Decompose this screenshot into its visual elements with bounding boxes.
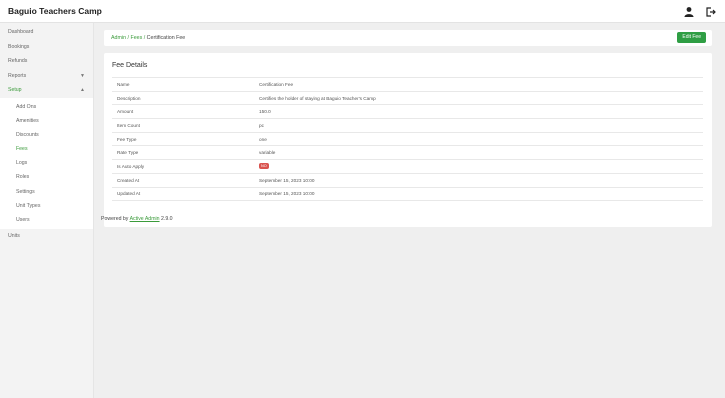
sidebar-item-fees[interactable]: Fees	[0, 142, 93, 156]
row-label: Description	[117, 95, 141, 101]
sidebar-item-dashboard[interactable]: Dashboard	[0, 25, 93, 40]
row-label: Rate Type	[117, 150, 139, 156]
main-content: Admin / Fees / Certification Fee Edit Fe…	[94, 23, 725, 398]
panel-title: Fee Details	[112, 62, 148, 69]
table-row: Is Auto Apply NO	[112, 160, 703, 174]
row-value: variable	[259, 150, 276, 156]
table-row: Fee Type one	[112, 133, 703, 147]
row-label: Amount	[117, 109, 134, 115]
chevron-up-icon: ▲	[80, 87, 85, 93]
table-row: Name Certification Fee	[112, 78, 703, 92]
row-label: Is Auto Apply	[117, 163, 145, 169]
sidebar-item-settings[interactable]: Settings	[0, 185, 93, 199]
logout-icon[interactable]	[705, 5, 717, 17]
row-value: September 15, 2023 10:00	[259, 191, 315, 197]
title-bar: Admin / Fees / Certification Fee Edit Fe…	[104, 30, 712, 46]
sidebar-item-roles[interactable]: Roles	[0, 170, 93, 184]
sidebar-item-bookings[interactable]: Bookings	[0, 40, 93, 55]
setup-submenu: Add Ons Amenities Discounts Fees Logs Ro…	[0, 97, 93, 230]
row-value: NO	[259, 163, 703, 170]
top-actions	[683, 5, 717, 17]
app-title[interactable]: Baguio Teachers Camp	[8, 6, 102, 16]
row-label: Created At	[117, 177, 140, 183]
breadcrumb-fees[interactable]: Fees	[130, 35, 142, 41]
edit-fee-button[interactable]: Edit Fee	[677, 32, 706, 43]
sidebar-item-amenities[interactable]: Amenities	[0, 114, 93, 128]
row-value: one	[259, 136, 267, 142]
row-label: Name	[117, 81, 130, 87]
sidebar-item-units[interactable]: Units	[0, 229, 93, 244]
sidebar-item-label: Reports	[8, 72, 27, 79]
sidebar-item-label: Setup	[8, 87, 22, 93]
row-value: 150.0	[259, 109, 271, 115]
row-label: Fee Type	[117, 136, 137, 142]
footer: Powered by Active Admin 2.9.0	[101, 216, 173, 222]
chevron-down-icon: ▼	[80, 72, 85, 79]
table-row: Updated At September 15, 2023 10:00	[112, 188, 703, 202]
page-title: Certification Fee	[146, 35, 186, 41]
sidebar-item-reports[interactable]: Reports ▼	[0, 69, 93, 84]
breadcrumb: Admin / Fees / Certification Fee	[111, 35, 185, 41]
sidebar-item-add-ons[interactable]: Add Ons	[0, 100, 93, 114]
details-table: Name Certification Fee Description Certi…	[112, 77, 703, 202]
row-value: pc	[259, 122, 264, 128]
user-icon[interactable]	[683, 5, 695, 17]
row-value: September 15, 2023 10:00	[259, 177, 315, 183]
footer-version: 2.9.0	[159, 216, 173, 222]
active-admin-link[interactable]: Active Admin	[130, 216, 160, 222]
sidebar: Dashboard Bookings Refunds Reports ▼ Set…	[0, 23, 94, 398]
top-bar: Baguio Teachers Camp	[0, 0, 725, 23]
row-value: Certification Fee	[259, 81, 294, 87]
status-badge: NO	[259, 163, 269, 170]
sidebar-item-unit-types[interactable]: Unit Types	[0, 199, 93, 213]
sidebar-item-setup[interactable]: Setup ▲	[0, 83, 93, 98]
table-row: Amount 150.0	[112, 105, 703, 120]
footer-text: Powered by	[101, 216, 130, 222]
row-value: Certifies the holder of staying at Bagui…	[259, 95, 376, 101]
table-row: Created At September 15, 2023 10:00	[112, 174, 703, 188]
sidebar-item-logs[interactable]: Logs	[0, 156, 93, 170]
table-row: Item Count pc	[112, 119, 703, 133]
breadcrumb-admin[interactable]: Admin	[111, 35, 126, 41]
row-label: Item Count	[117, 122, 140, 128]
table-row: Description Certifies the holder of stay…	[112, 92, 703, 106]
sidebar-item-discounts[interactable]: Discounts	[0, 128, 93, 142]
sidebar-item-users[interactable]: Users	[0, 213, 93, 227]
row-label: Updated At	[117, 191, 141, 197]
sidebar-item-refunds[interactable]: Refunds	[0, 54, 93, 69]
table-row: Rate Type variable	[112, 146, 703, 161]
fee-details-panel: Fee Details Name Certification Fee Descr…	[104, 53, 712, 227]
